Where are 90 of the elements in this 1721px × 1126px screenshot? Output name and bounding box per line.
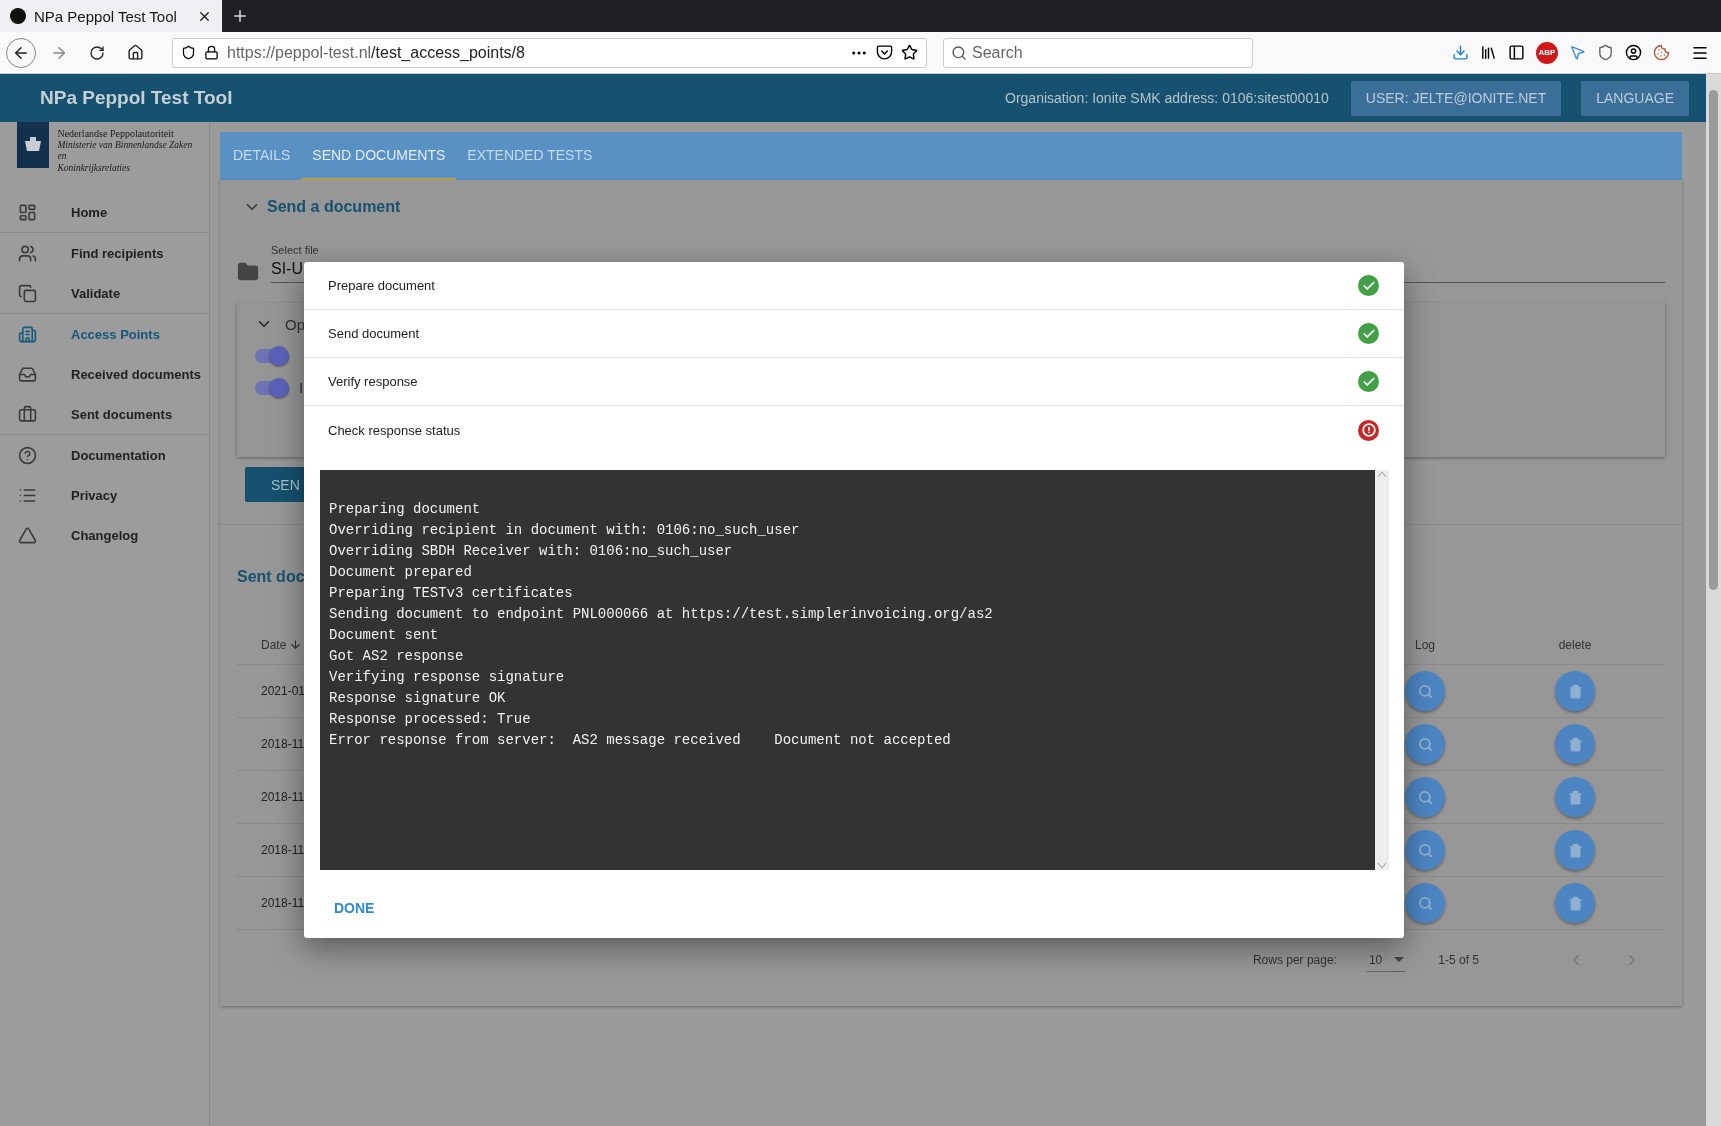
step-label: Send document xyxy=(328,326,420,341)
sidebar-item[interactable]: Find recipients xyxy=(0,233,209,273)
organisation-text: Organisation: Ionite SMK address: 0106:sitest00010 xyxy=(1005,90,1329,106)
table-cell: 2021-01 xyxy=(261,684,306,698)
pocket-icon[interactable] xyxy=(876,44,893,61)
shield-icon xyxy=(181,45,196,60)
menu-item-icon xyxy=(18,283,37,303)
app-title: NPa Peppol Test Tool xyxy=(40,87,234,109)
page-range: 1-5 of 5 xyxy=(1438,953,1479,967)
log-button[interactable] xyxy=(1405,830,1445,870)
sidebar-item[interactable]: Privacy xyxy=(0,475,209,515)
trash-icon xyxy=(1567,789,1583,805)
delete-button[interactable] xyxy=(1555,777,1595,817)
section-heading: Send a document xyxy=(267,198,401,216)
delete-button[interactable] xyxy=(1555,883,1595,923)
log-button[interactable] xyxy=(1405,671,1445,711)
log-output: Preparing document Overriding recipient in document with: 0106:no_such_user Overriding SBDH Receiver with: 0106:no_such_user Document prepared Preparing TESTv3 certificates Sending document to endpoint PNL000066 at https://test.simplerinvoicing.org/as2 Document sent Got AS2 response Verifying response signature Response signature OK Response processed: True Error response from server: AS2 message received Document not accepted xyxy=(320,470,1375,870)
menu-item-icon xyxy=(18,404,37,424)
sidebar-item[interactable]: Changelog xyxy=(0,515,209,555)
log-button[interactable] xyxy=(1405,777,1445,817)
trash-icon xyxy=(1567,842,1583,858)
log-scrollbar[interactable] xyxy=(1375,470,1389,870)
menu-item-icon xyxy=(18,525,37,545)
table-cell: 2018-11 xyxy=(261,843,305,857)
address-bar[interactable]: https://peppol-test.nl/test_access_points/8 xyxy=(172,37,927,68)
search-icon xyxy=(1417,895,1433,911)
download-icon[interactable] xyxy=(1452,44,1469,61)
rows-per-page-label: Rows per page: xyxy=(1252,953,1337,967)
search-icon xyxy=(1417,683,1433,699)
sidebar-item[interactable]: Received documents xyxy=(0,354,209,394)
sidebar-item[interactable]: Documentation xyxy=(0,435,209,475)
shield-icon[interactable] xyxy=(1597,44,1614,61)
trash-icon xyxy=(1567,895,1583,911)
column-header: Log xyxy=(1414,637,1436,652)
home-icon xyxy=(126,44,144,61)
trash-icon xyxy=(1567,736,1583,752)
reload-icon xyxy=(89,44,105,61)
account-icon[interactable] xyxy=(1625,44,1642,61)
trash-icon xyxy=(1567,683,1583,699)
toggle-switch[interactable] xyxy=(255,380,289,395)
cookie-icon[interactable] xyxy=(1653,44,1670,61)
rows-per-page-select[interactable]: 10 xyxy=(1366,948,1407,972)
section-heading: Sent doc xyxy=(237,568,305,586)
search-icon xyxy=(1417,842,1433,858)
pointer-icon[interactable] xyxy=(1569,44,1586,61)
sidebar-item[interactable]: Home xyxy=(0,192,209,232)
table-cell: 2018-11 xyxy=(261,790,305,804)
star-icon[interactable] xyxy=(901,44,918,61)
step-label: Verify response xyxy=(328,374,418,389)
done-button[interactable]: DONE xyxy=(326,894,383,922)
menu-item-icon xyxy=(18,324,37,344)
scroll-down-icon[interactable] xyxy=(1378,863,1386,868)
table-cell: 2018-11 xyxy=(261,896,305,910)
folder-icon xyxy=(237,261,259,283)
organisation-logo-text: Nederlandse Peppolautoriteit Ministerie van Binnenlandse Zaken en Koninkrijksrelaties xyxy=(57,127,194,175)
delete-button[interactable] xyxy=(1555,671,1595,711)
scroll-up-icon[interactable] xyxy=(1378,472,1386,477)
log-button[interactable] xyxy=(1405,883,1445,923)
sidebar-icon[interactable] xyxy=(1508,44,1525,61)
options-heading: Op xyxy=(285,315,305,333)
arrow-down-icon xyxy=(289,638,303,651)
user-button[interactable]: USER: JELTE@IONITE.NET xyxy=(1350,80,1562,116)
delete-button[interactable] xyxy=(1555,724,1595,764)
language-button[interactable]: LANGUAGE xyxy=(1581,80,1689,116)
table-cell: 2018-11 xyxy=(261,737,305,751)
browser-tab[interactable]: NPa Peppol Test Tool xyxy=(0,0,222,32)
delete-button[interactable] xyxy=(1555,830,1595,870)
crest-icon xyxy=(17,122,50,168)
library-icon[interactable] xyxy=(1480,44,1497,61)
search-field[interactable]: Search xyxy=(943,37,1253,68)
toggle-label: I xyxy=(299,379,304,396)
step-label: Check response status xyxy=(328,422,461,438)
log-button[interactable] xyxy=(1405,724,1445,764)
menu-item-icon xyxy=(18,445,37,465)
favicon-icon xyxy=(10,8,26,24)
search-icon xyxy=(951,44,967,61)
new-tab-icon[interactable] xyxy=(231,7,249,25)
menu-item-icon xyxy=(18,364,37,384)
sidebar-item[interactable]: Sent documents xyxy=(0,394,209,434)
toggle-switch[interactable] xyxy=(255,349,289,363)
adblock-badge[interactable]: ABP xyxy=(1536,41,1558,64)
sidebar-item[interactable]: Validate xyxy=(0,273,209,313)
lock-icon xyxy=(204,45,219,60)
column-header: delete xyxy=(1557,637,1593,652)
search-icon xyxy=(1417,736,1433,752)
menu-item-icon xyxy=(18,243,37,263)
page-scrollbar[interactable] xyxy=(1706,74,1721,1126)
search-icon xyxy=(1417,789,1433,805)
caret-icon xyxy=(1394,957,1405,962)
menu-item-icon xyxy=(18,202,37,222)
